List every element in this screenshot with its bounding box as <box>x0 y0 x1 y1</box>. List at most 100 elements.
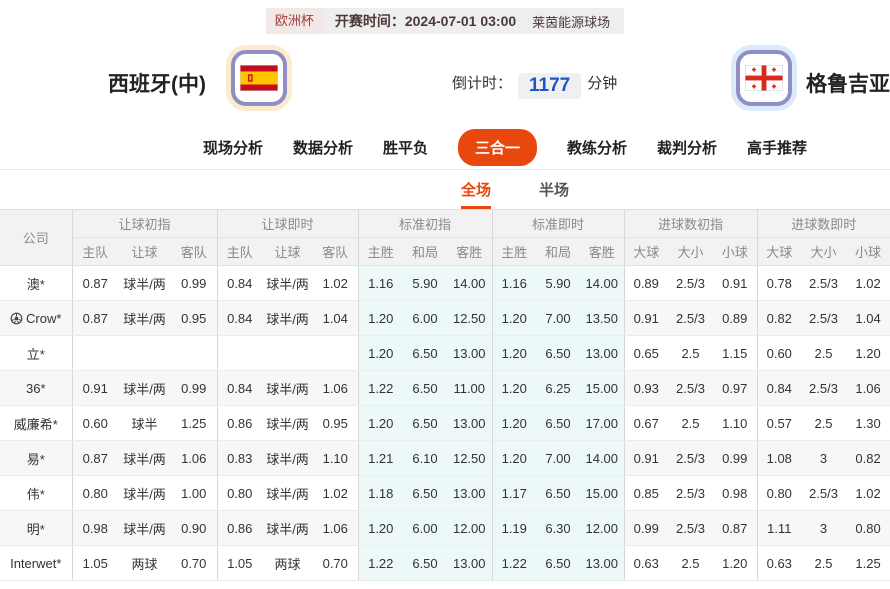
odds-cell[interactable]: 0.86 <box>217 406 262 441</box>
odds-cell[interactable]: 0.70 <box>313 546 358 581</box>
odds-cell[interactable]: 0.60 <box>757 336 801 371</box>
odds-cell[interactable]: 6.50 <box>536 476 580 511</box>
column-subheader: 客胜 <box>447 238 492 266</box>
odds-cell[interactable]: 1.16 <box>492 266 536 301</box>
tab-referee-analysis[interactable]: 裁判分析 <box>657 137 717 158</box>
odds-cell[interactable]: 球半/两 <box>262 511 313 546</box>
tab-live-analysis[interactable]: 现场分析 <box>203 137 263 158</box>
odds-cell[interactable]: 13.50 <box>580 301 624 336</box>
odds-cell[interactable]: 15.00 <box>580 371 624 406</box>
odds-cell[interactable]: 2.5/3 <box>801 476 846 511</box>
odds-cell[interactable]: 0.57 <box>757 406 801 441</box>
odds-cell[interactable]: 3 <box>801 441 846 476</box>
odds-cell[interactable]: 2.5 <box>801 336 846 371</box>
odds-cell[interactable]: 1.22 <box>492 546 536 581</box>
odds-cell[interactable]: 6.25 <box>536 371 580 406</box>
odds-cell[interactable]: 17.00 <box>580 406 624 441</box>
table-row: 易*0.87球半/两1.060.83球半/两1.101.216.1012.501… <box>0 441 890 476</box>
odds-cell[interactable]: 3 <box>801 511 846 546</box>
odds-cell[interactable]: 7.00 <box>536 441 580 476</box>
odds-cell[interactable]: 球半/两 <box>262 476 313 511</box>
tab-data-analysis[interactable]: 数据分析 <box>293 137 353 158</box>
column-subheader: 大小 <box>801 238 846 266</box>
odds-cell[interactable]: 1.19 <box>492 511 536 546</box>
odds-cell[interactable]: 1.06 <box>313 371 358 406</box>
odds-cell[interactable]: 14.00 <box>580 441 624 476</box>
odds-cell[interactable]: 1.02 <box>313 266 358 301</box>
kickoff-info: 开赛时间：2024-07-01 03:00 莱茵能源球场 <box>323 8 624 34</box>
odds-cell[interactable]: 1.11 <box>757 511 801 546</box>
odds-cell[interactable]: 1.04 <box>313 301 358 336</box>
odds-cell: 6.10 <box>403 441 447 476</box>
odds-cell[interactable]: 12.00 <box>580 511 624 546</box>
odds-cell[interactable]: 0.84 <box>757 371 801 406</box>
odds-cell[interactable]: 1.06 <box>846 371 890 406</box>
odds-cell[interactable]: 0.84 <box>217 266 262 301</box>
odds-cell[interactable]: 1.10 <box>313 441 358 476</box>
odds-cell[interactable]: 0.83 <box>217 441 262 476</box>
odds-cell[interactable]: 2.5 <box>801 546 846 581</box>
odds-cell[interactable]: 0.63 <box>757 546 801 581</box>
football-icon <box>10 312 23 325</box>
odds-cell[interactable]: 2.5/3 <box>801 301 846 336</box>
odds-cell[interactable]: 1.20 <box>846 336 890 371</box>
column-subheader: 主队 <box>72 238 118 266</box>
odds-cell[interactable]: 6.50 <box>536 336 580 371</box>
odds-cell[interactable]: 1.20 <box>492 301 536 336</box>
odds-cell[interactable]: 13.00 <box>580 546 624 581</box>
odds-cell: 6.50 <box>403 336 447 371</box>
odds-cell[interactable]: 6.50 <box>536 546 580 581</box>
tab-win-draw-lose[interactable]: 胜平负 <box>383 137 428 158</box>
subtab-half-match[interactable]: 半场 <box>539 179 569 209</box>
tab-three-in-one[interactable]: 三合一 <box>458 129 537 166</box>
odds-cell[interactable]: 6.30 <box>536 511 580 546</box>
odds-cell[interactable]: 1.20 <box>492 441 536 476</box>
odds-cell[interactable]: 1.04 <box>846 301 890 336</box>
odds-cell[interactable]: 1.05 <box>217 546 262 581</box>
odds-cell[interactable]: 1.02 <box>846 266 890 301</box>
odds-cell[interactable]: 2.5/3 <box>801 371 846 406</box>
odds-cell[interactable]: 6.50 <box>536 406 580 441</box>
odds-cell[interactable]: 0.84 <box>217 301 262 336</box>
odds-cell[interactable]: 0.86 <box>217 511 262 546</box>
odds-cell[interactable]: 1.30 <box>846 406 890 441</box>
odds-cell[interactable]: 13.00 <box>580 336 624 371</box>
subtab-full-match[interactable]: 全场 <box>461 179 491 209</box>
odds-cell[interactable]: 0.82 <box>757 301 801 336</box>
header-sub-row: 主队让球客队主队让球客队主胜和局客胜主胜和局客胜大球大小小球大球大小小球 <box>0 238 890 266</box>
odds-cell[interactable]: 2.5/3 <box>801 266 846 301</box>
odds-cell[interactable]: 14.00 <box>580 266 624 301</box>
odds-cell[interactable]: 15.00 <box>580 476 624 511</box>
odds-table-body: 澳*0.87球半/两0.990.84球半/两1.021.165.9014.001… <box>0 266 890 581</box>
odds-cell[interactable]: 0.80 <box>757 476 801 511</box>
odds-cell: 2.5/3 <box>668 301 713 336</box>
odds-cell[interactable]: 球半/两 <box>262 371 313 406</box>
odds-cell[interactable]: 0.80 <box>846 511 890 546</box>
odds-cell[interactable]: 球半/两 <box>262 301 313 336</box>
odds-cell[interactable]: 1.20 <box>492 406 536 441</box>
tab-expert-picks[interactable]: 高手推荐 <box>747 137 807 158</box>
odds-cell[interactable]: 1.20 <box>492 371 536 406</box>
odds-cell[interactable]: 2.5 <box>801 406 846 441</box>
odds-cell[interactable]: 球半/两 <box>262 441 313 476</box>
odds-cell[interactable]: 5.90 <box>536 266 580 301</box>
odds-cell[interactable]: 0.95 <box>313 406 358 441</box>
odds-cell[interactable]: 球半/两 <box>262 266 313 301</box>
odds-cell: 1.18 <box>358 476 403 511</box>
odds-cell[interactable]: 1.25 <box>846 546 890 581</box>
odds-cell[interactable]: 1.06 <box>313 511 358 546</box>
odds-cell[interactable]: 0.82 <box>846 441 890 476</box>
odds-cell[interactable]: 7.00 <box>536 301 580 336</box>
odds-cell[interactable]: 球半/两 <box>262 406 313 441</box>
odds-cell[interactable]: 1.02 <box>313 476 358 511</box>
odds-cell[interactable]: 1.20 <box>492 336 536 371</box>
tab-coach-analysis[interactable]: 教练分析 <box>567 137 627 158</box>
odds-cell[interactable]: 1.08 <box>757 441 801 476</box>
odds-cell[interactable]: 两球 <box>262 546 313 581</box>
odds-cell[interactable]: 1.17 <box>492 476 536 511</box>
odds-cell[interactable]: 0.80 <box>217 476 262 511</box>
odds-cell[interactable]: 0.84 <box>217 371 262 406</box>
spain-flag-icon <box>231 50 287 106</box>
odds-cell[interactable]: 1.02 <box>846 476 890 511</box>
odds-cell[interactable]: 0.78 <box>757 266 801 301</box>
